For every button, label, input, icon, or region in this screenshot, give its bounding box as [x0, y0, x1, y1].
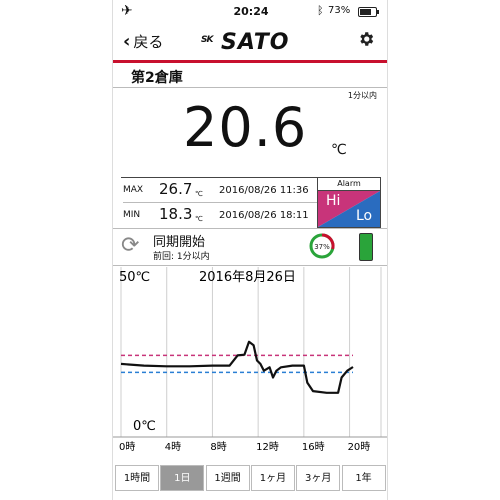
min-row: MIN 18.3 ℃ 2016/08/26 18:11: [123, 203, 319, 227]
range-tab[interactable]: 1時間: [115, 465, 159, 491]
location-header: 第2倉庫: [113, 63, 387, 88]
x-tick-label: 16時: [302, 441, 325, 453]
x-tick-label: 4時: [165, 441, 181, 453]
chevron-left-icon: ‹: [123, 31, 131, 52]
battery-percent: 73%: [328, 5, 351, 16]
battery-ring-icon: 37%: [309, 233, 335, 259]
battery-icon: [358, 7, 379, 17]
chart-title: 2016年8月26日: [199, 270, 296, 285]
min-label: MIN: [123, 210, 141, 220]
back-label: 戻る: [133, 33, 164, 51]
y-max-label: 50℃: [119, 270, 150, 285]
logo-mark: SK: [201, 35, 214, 45]
device-battery-icon: [359, 233, 373, 261]
alarm-title: Alarm: [318, 178, 380, 191]
range-tabs: 1時間 1日 1週間 1ヶ月 3ヶ月 1年: [115, 465, 387, 493]
status-bar: ✈ 20:24 ᛒ 73%: [113, 0, 387, 24]
range-tab[interactable]: 1日: [160, 465, 205, 491]
x-tick-label: 0時: [119, 441, 135, 453]
x-tick-label: 12時: [256, 441, 279, 453]
range-tab[interactable]: 1年: [341, 465, 386, 491]
x-tick-label: 20時: [348, 441, 371, 453]
back-button[interactable]: ‹ 戻る: [123, 31, 163, 52]
max-row: MAX 26.7 ℃ 2016/08/26 11:36: [123, 178, 319, 203]
max-value: 26.7: [159, 180, 193, 198]
battery-ring-label: 37%: [314, 243, 330, 251]
temperature-series-line: [120, 340, 354, 394]
alarm-indicator[interactable]: Alarm Hi Lo: [317, 177, 381, 228]
sync-last: 前回: 1分以内: [153, 252, 210, 262]
x-tick-label: 8時: [210, 441, 226, 453]
location-name: 第2倉庫: [131, 70, 183, 86]
current-temperature: 20.6: [183, 96, 308, 159]
min-timestamp: 2016/08/26 18:11: [219, 210, 309, 221]
y-min-label: 0℃: [133, 419, 156, 434]
min-max-panel: MAX 26.7 ℃ 2016/08/26 11:36 MIN 18.3 ℃ 2…: [121, 177, 319, 229]
logo-text: SATO: [221, 30, 290, 55]
min-unit: ℃: [195, 215, 203, 223]
range-tab[interactable]: 1ヶ月: [250, 465, 295, 491]
update-interval: 1分以内: [347, 91, 377, 100]
sync-icon[interactable]: ⟳: [121, 233, 139, 258]
max-timestamp: 2016/08/26 11:36: [219, 185, 309, 196]
alarm-hi-label: Hi: [326, 193, 341, 209]
bluetooth-icon: ᛒ: [317, 4, 324, 17]
max-label: MAX: [123, 185, 144, 195]
gear-icon[interactable]: [357, 30, 375, 53]
sync-row[interactable]: ⟳ 同期開始 前回: 1分以内 37%: [113, 228, 387, 266]
alarm-lo-label: Lo: [356, 208, 373, 224]
range-tab[interactable]: 3ヶ月: [296, 465, 341, 491]
max-unit: ℃: [195, 190, 203, 198]
sync-title: 同期開始: [153, 235, 206, 250]
phone-screen: ✈ 20:24 ᛒ 73% ‹ 戻る SK SATO 第2倉庫 1分以内 20.6…: [112, 0, 388, 500]
current-unit: ℃: [331, 142, 347, 158]
range-tab[interactable]: 1週間: [205, 465, 250, 491]
min-value: 18.3: [159, 205, 193, 223]
nav-bar: ‹ 戻る SK SATO: [113, 24, 387, 63]
temperature-chart[interactable]: 50℃ 2016年8月26日 0℃ 0時 4時 8時 12時 16時 20時: [113, 265, 388, 460]
